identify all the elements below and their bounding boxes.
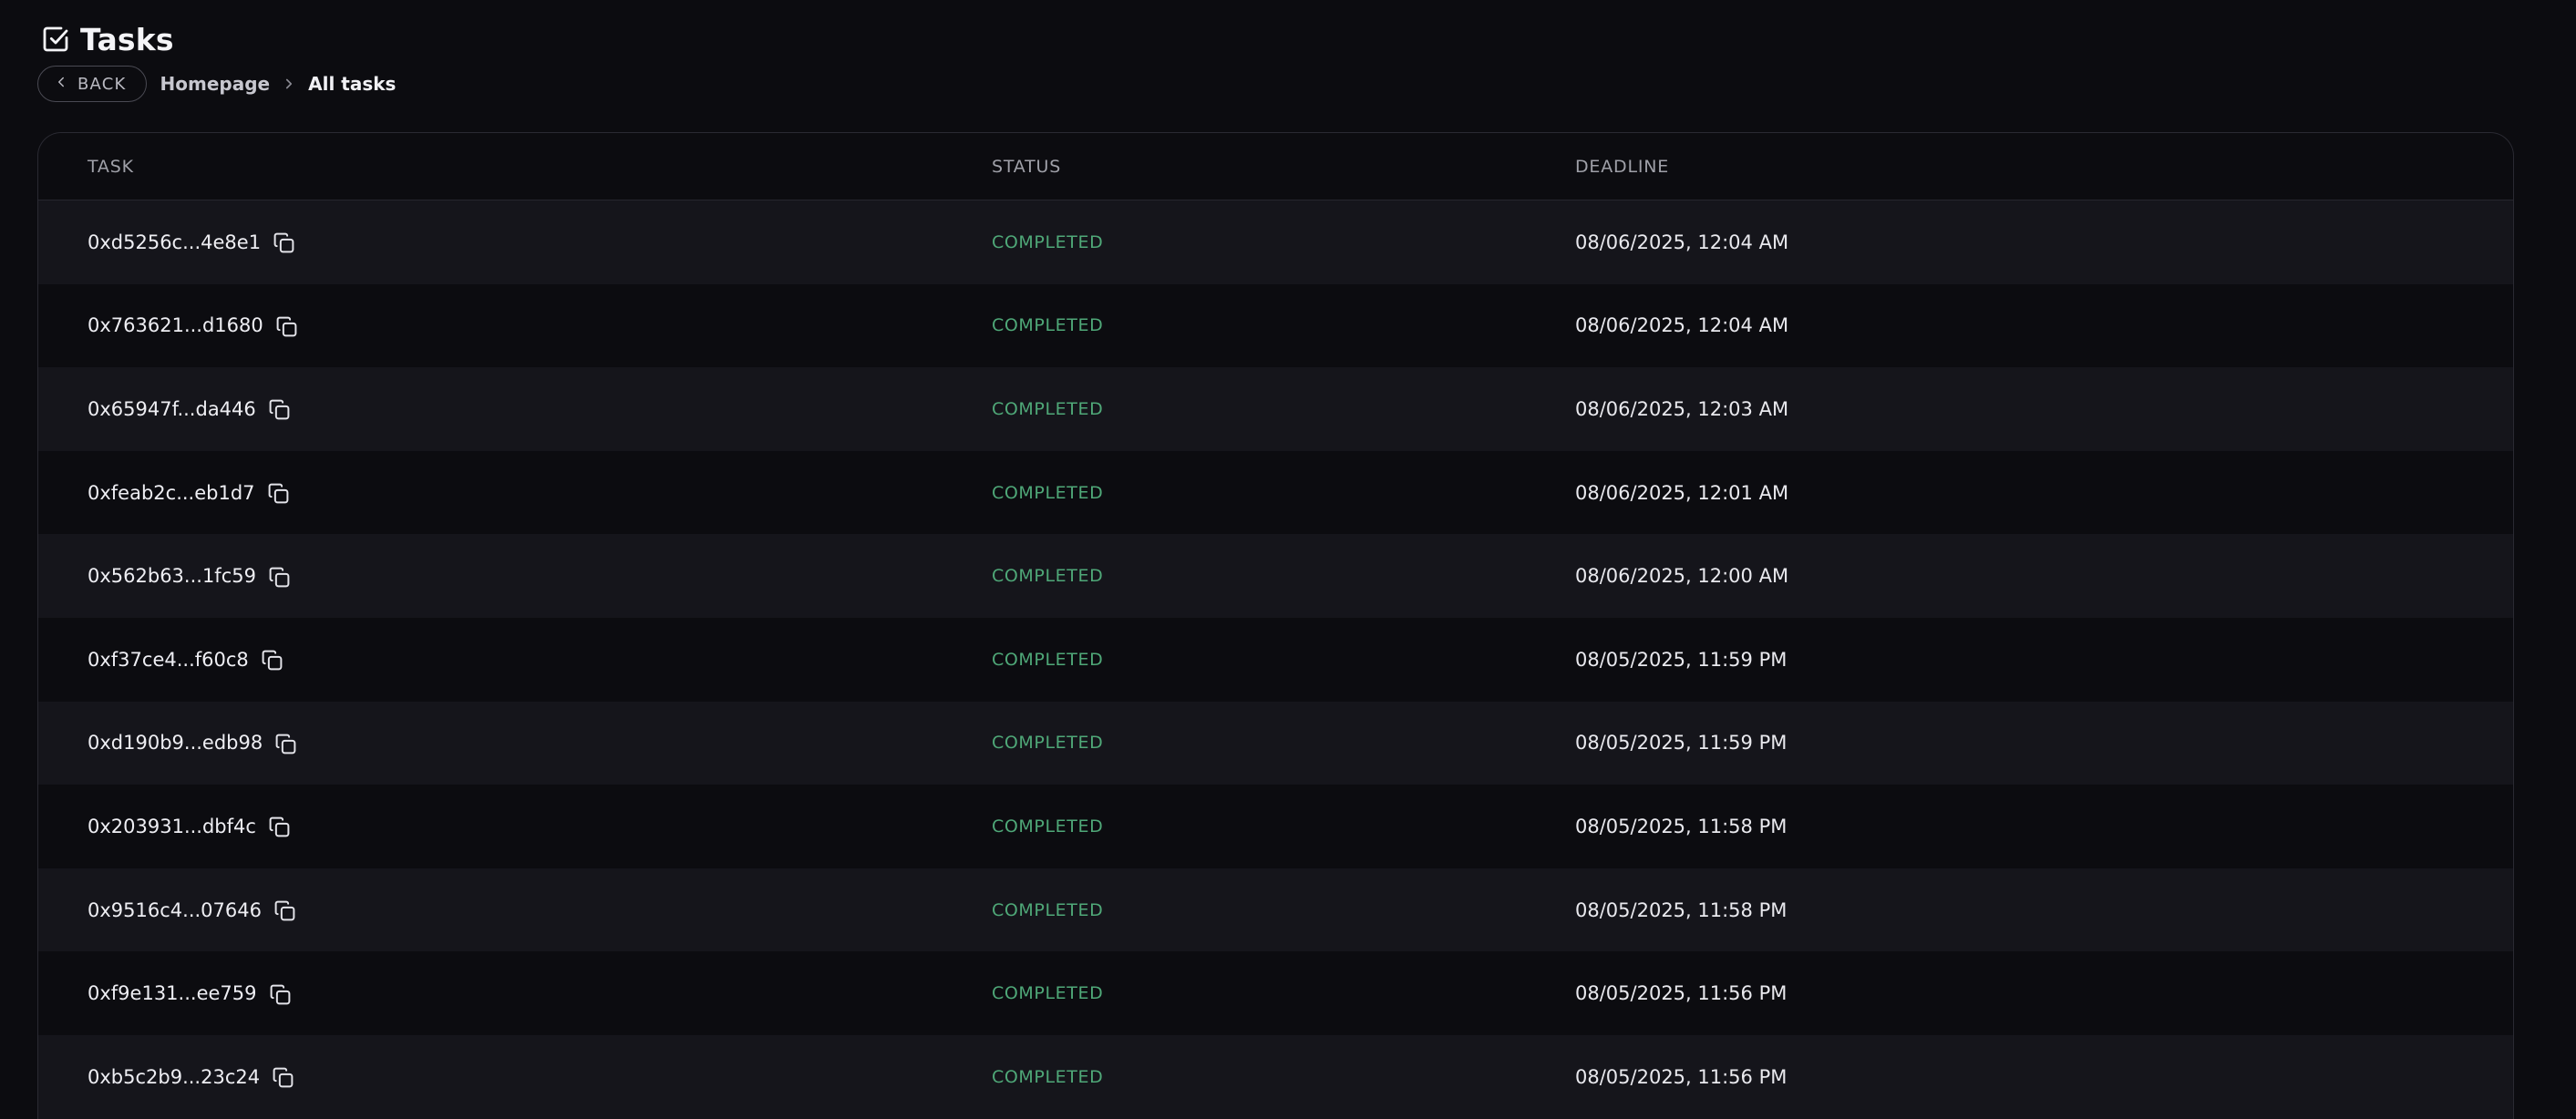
task-cell: 0xfeab2c...eb1d7	[88, 480, 992, 505]
table-row[interactable]: 0x65947f...da446 COMPLETED 08/06/2025, 1…	[38, 367, 2513, 451]
table-row[interactable]: 0x562b63...1fc59 COMPLETED 08/06/2025, 1…	[38, 534, 2513, 618]
table-row[interactable]: 0xf9e131...ee759 COMPLETED 08/05/2025, 1…	[38, 951, 2513, 1035]
back-button[interactable]: BACK	[37, 66, 147, 102]
task-id: 0xf9e131...ee759	[88, 982, 257, 1004]
task-id: 0x9516c4...07646	[88, 899, 262, 921]
copy-button[interactable]	[269, 983, 292, 1006]
deadline-value: 08/06/2025, 12:04 AM	[1575, 231, 2513, 253]
copy-icon	[268, 566, 291, 589]
copy-button[interactable]	[268, 816, 291, 838]
copy-button[interactable]	[275, 315, 298, 338]
breadcrumb-homepage[interactable]: Homepage	[160, 73, 271, 95]
status-value: COMPLETED	[992, 566, 1575, 586]
table-row[interactable]: 0xf37ce4...f60c8 COMPLETED 08/05/2025, 1…	[38, 618, 2513, 702]
table-row[interactable]: 0x203931...dbf4c COMPLETED 08/05/2025, 1…	[38, 785, 2513, 868]
table-row[interactable]: 0xd190b9...edb98 COMPLETED 08/05/2025, 1…	[38, 702, 2513, 785]
status-value: COMPLETED	[992, 900, 1575, 920]
deadline-value: 08/05/2025, 11:58 PM	[1575, 816, 2513, 837]
task-cell: 0xd190b9...edb98	[88, 731, 992, 755]
check-square-icon	[41, 25, 70, 54]
table-row[interactable]: 0xfeab2c...eb1d7 COMPLETED 08/06/2025, 1…	[38, 451, 2513, 535]
tasks-table-body: 0xd5256c...4e8e1 COMPLETED 08/06/2025, 1…	[38, 200, 2513, 1119]
task-cell: 0x203931...dbf4c	[88, 814, 992, 838]
copy-icon	[273, 899, 296, 922]
copy-button[interactable]	[273, 231, 295, 254]
status-value: COMPLETED	[992, 733, 1575, 753]
task-id: 0x562b63...1fc59	[88, 565, 256, 587]
chevron-right-icon	[281, 76, 297, 92]
status-value: COMPLETED	[992, 232, 1575, 252]
task-id: 0xd5256c...4e8e1	[88, 231, 261, 253]
copy-icon	[275, 315, 298, 338]
task-cell: 0x9516c4...07646	[88, 898, 992, 922]
task-id: 0xf37ce4...f60c8	[88, 649, 249, 671]
task-cell: 0xd5256c...4e8e1	[88, 230, 992, 254]
deadline-value: 08/06/2025, 12:01 AM	[1575, 482, 2513, 504]
task-cell: 0xb5c2b9...23c24	[88, 1064, 992, 1089]
status-value: COMPLETED	[992, 315, 1575, 335]
task-id: 0x65947f...da446	[88, 398, 256, 420]
status-value: COMPLETED	[992, 1067, 1575, 1087]
deadline-value: 08/06/2025, 12:04 AM	[1575, 314, 2513, 336]
status-value: COMPLETED	[992, 650, 1575, 670]
page-title: Tasks	[80, 22, 174, 57]
tasks-table: TASK STATUS DEADLINE 0xd5256c...4e8e1 CO…	[37, 132, 2514, 1119]
task-cell: 0x65947f...da446	[88, 396, 992, 421]
task-id: 0xd190b9...edb98	[88, 732, 263, 754]
copy-button[interactable]	[261, 649, 283, 672]
deadline-value: 08/05/2025, 11:56 PM	[1575, 1066, 2513, 1088]
copy-icon	[269, 983, 292, 1006]
deadline-value: 08/06/2025, 12:00 AM	[1575, 565, 2513, 587]
status-value: COMPLETED	[992, 983, 1575, 1003]
status-value: COMPLETED	[992, 399, 1575, 419]
column-header-deadline: DEADLINE	[1575, 157, 2513, 177]
chevron-left-icon	[53, 74, 69, 95]
task-id: 0x763621...d1680	[88, 314, 263, 336]
copy-button[interactable]	[267, 482, 290, 505]
copy-button[interactable]	[274, 733, 297, 755]
status-value: COMPLETED	[992, 816, 1575, 837]
copy-icon	[261, 649, 283, 672]
task-id: 0xfeab2c...eb1d7	[88, 482, 255, 504]
table-row[interactable]: 0xd5256c...4e8e1 COMPLETED 08/06/2025, 1…	[38, 200, 2513, 284]
task-cell: 0xf9e131...ee759	[88, 981, 992, 1006]
copy-button[interactable]	[272, 1066, 294, 1089]
table-row[interactable]: 0xb5c2b9...23c24 COMPLETED 08/05/2025, 1…	[38, 1035, 2513, 1119]
task-id: 0xb5c2b9...23c24	[88, 1066, 260, 1088]
copy-button[interactable]	[268, 398, 291, 421]
copy-icon	[274, 733, 297, 755]
navigation-bar: BACK Homepage All tasks	[37, 66, 2576, 102]
task-id: 0x203931...dbf4c	[88, 816, 256, 837]
deadline-value: 08/05/2025, 11:58 PM	[1575, 899, 2513, 921]
tasks-table-header: TASK STATUS DEADLINE	[38, 133, 2513, 200]
copy-button[interactable]	[268, 566, 291, 589]
copy-icon	[268, 816, 291, 838]
status-value: COMPLETED	[992, 483, 1575, 503]
copy-button[interactable]	[273, 899, 296, 922]
task-cell: 0x562b63...1fc59	[88, 564, 992, 589]
column-header-task: TASK	[88, 157, 992, 177]
copy-icon	[267, 482, 290, 505]
deadline-value: 08/06/2025, 12:03 AM	[1575, 398, 2513, 420]
copy-icon	[272, 1066, 294, 1089]
breadcrumb: Homepage All tasks	[160, 73, 397, 95]
deadline-value: 08/05/2025, 11:59 PM	[1575, 649, 2513, 671]
task-cell: 0x763621...d1680	[88, 313, 992, 338]
page-header: Tasks	[41, 18, 2576, 60]
back-button-label: BACK	[77, 75, 127, 94]
copy-icon	[268, 398, 291, 421]
task-cell: 0xf37ce4...f60c8	[88, 647, 992, 672]
deadline-value: 08/05/2025, 11:59 PM	[1575, 732, 2513, 754]
deadline-value: 08/05/2025, 11:56 PM	[1575, 982, 2513, 1004]
copy-icon	[273, 231, 295, 254]
table-row[interactable]: 0x763621...d1680 COMPLETED 08/06/2025, 1…	[38, 284, 2513, 368]
table-row[interactable]: 0x9516c4...07646 COMPLETED 08/05/2025, 1…	[38, 868, 2513, 952]
breadcrumb-all-tasks: All tasks	[308, 73, 396, 95]
column-header-status: STATUS	[992, 157, 1575, 177]
